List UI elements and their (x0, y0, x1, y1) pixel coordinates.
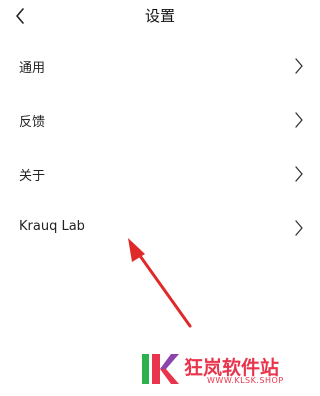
watermark-url: WWW.KLSK.SHOP (207, 376, 284, 385)
site-watermark: 狂岚软件站 WWW.KLSK.SHOP (140, 350, 310, 390)
red-arrow-icon (128, 238, 192, 328)
klsk-logo-icon (142, 354, 179, 384)
